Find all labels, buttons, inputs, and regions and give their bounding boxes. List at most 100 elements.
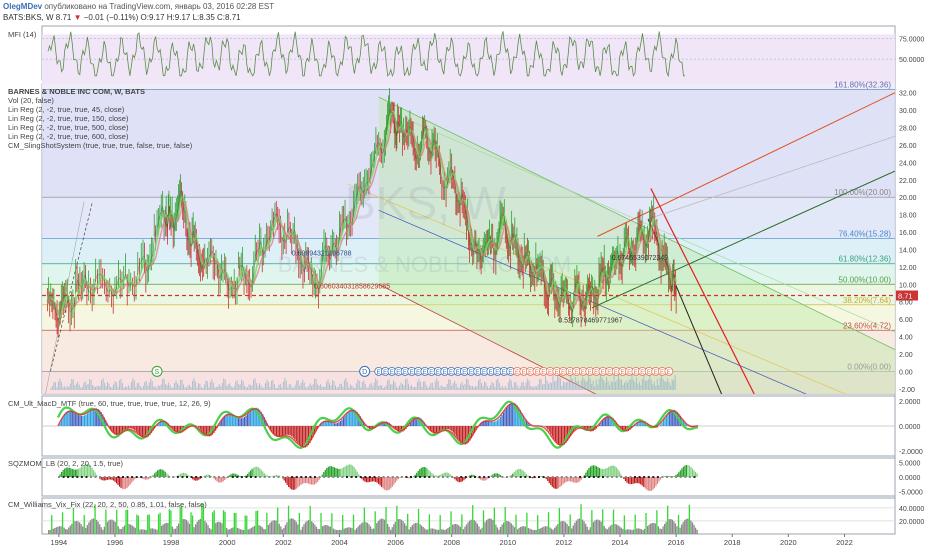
sqz-dot bbox=[551, 476, 554, 478]
vix-bar bbox=[442, 529, 444, 534]
volume-bar bbox=[315, 378, 317, 390]
vix-bar bbox=[393, 524, 395, 534]
vix-bar bbox=[657, 526, 660, 534]
macd-histogram-bar bbox=[669, 411, 671, 426]
volume-bar bbox=[425, 385, 427, 390]
price-tick-label: 4.00 bbox=[899, 335, 913, 342]
vix-bar bbox=[615, 524, 618, 534]
sqz-dot bbox=[414, 476, 417, 478]
sqz-momentum-bar bbox=[122, 477, 124, 489]
sqz-momentum-bar bbox=[623, 477, 625, 480]
macd-histogram-bar bbox=[449, 426, 451, 430]
volume-bar bbox=[513, 382, 515, 390]
volume-bar bbox=[472, 385, 474, 390]
volume-bar bbox=[635, 377, 637, 390]
symbol-label[interactable]: BATS:BKS, W bbox=[3, 13, 54, 22]
sqz-dot bbox=[90, 476, 92, 478]
vix-bar bbox=[65, 529, 67, 534]
volume-bar bbox=[270, 380, 272, 390]
volume-bar bbox=[475, 386, 477, 390]
sqz-dot bbox=[611, 476, 614, 478]
vix-bar bbox=[383, 519, 386, 534]
volume-bar bbox=[169, 384, 171, 390]
legend-linreg-600: Lin Reg (2, -2, true, true, 600, close) bbox=[8, 132, 129, 141]
vix-bar bbox=[212, 512, 214, 534]
volume-bar bbox=[409, 386, 411, 390]
sqz-momentum-bar bbox=[577, 477, 579, 483]
volume-bar bbox=[181, 379, 183, 390]
volume-bar bbox=[515, 381, 517, 390]
sqz-momentum-bar bbox=[568, 477, 570, 482]
vix-bar bbox=[541, 527, 543, 534]
volume-bar bbox=[586, 380, 588, 390]
vix-bar bbox=[532, 529, 534, 534]
vix-bar bbox=[417, 508, 420, 534]
macd-histogram-bar bbox=[550, 426, 552, 435]
sqz-dot bbox=[515, 476, 518, 478]
sqz-dot bbox=[428, 476, 431, 478]
sqz-momentum-bar bbox=[189, 476, 191, 477]
vix-bar bbox=[571, 528, 573, 534]
vix-bar bbox=[359, 524, 361, 534]
sqz-momentum-bar bbox=[591, 465, 593, 477]
vix-bar bbox=[331, 513, 333, 534]
macd-histogram-bar bbox=[460, 426, 462, 443]
vix-bar bbox=[659, 528, 661, 534]
sqz-momentum-bar bbox=[216, 477, 218, 482]
volume-bar bbox=[306, 387, 308, 390]
x-tick-label: 1996 bbox=[107, 538, 124, 547]
macd-histogram-bar bbox=[504, 410, 506, 426]
volume-bar bbox=[202, 387, 204, 390]
volume-bar bbox=[115, 382, 117, 390]
volume-bar bbox=[171, 387, 173, 390]
volume-bar bbox=[585, 381, 587, 390]
macd-histogram-bar bbox=[93, 408, 95, 426]
vix-bar bbox=[464, 526, 466, 534]
vix-bar bbox=[682, 522, 684, 534]
x-tick-label: 1994 bbox=[50, 538, 67, 547]
volume-bar bbox=[445, 387, 447, 390]
vix-bar bbox=[470, 519, 472, 534]
sqz-dot bbox=[364, 476, 367, 478]
volume-bar bbox=[494, 386, 496, 390]
earnings-marker-label: E bbox=[588, 370, 592, 376]
author-link[interactable]: OlegMDev bbox=[3, 2, 42, 11]
vix-bar bbox=[369, 526, 372, 534]
vix-bar bbox=[506, 520, 508, 534]
vix-bar bbox=[385, 507, 387, 534]
volume-bar bbox=[483, 381, 485, 390]
sqz-momentum-bar bbox=[556, 477, 558, 489]
sqz-tick-label: 5.0000 bbox=[899, 460, 921, 467]
volume-bar bbox=[220, 386, 222, 390]
vix-bar bbox=[357, 526, 359, 534]
volume-bar bbox=[337, 386, 339, 390]
sqz-momentum-bar bbox=[71, 468, 73, 477]
macd-histogram-bar bbox=[67, 410, 69, 426]
sqz-momentum-bar bbox=[303, 477, 305, 484]
volume-bar bbox=[194, 381, 196, 390]
macd-histogram-bar bbox=[230, 413, 232, 426]
sqz-momentum-bar bbox=[91, 467, 93, 477]
volume-bar bbox=[269, 387, 271, 390]
sqz-momentum-bar bbox=[376, 477, 378, 483]
vix-bar bbox=[263, 528, 265, 534]
macd-histogram-bar bbox=[344, 415, 346, 426]
volume-bar bbox=[621, 379, 623, 390]
macd-histogram-bar bbox=[347, 411, 349, 426]
sqz-dot bbox=[195, 476, 198, 478]
vix-bar bbox=[572, 525, 574, 534]
vix-bar bbox=[513, 527, 516, 534]
macd-histogram-bar bbox=[126, 426, 128, 430]
vix-bar bbox=[566, 523, 568, 534]
sqz-momentum-bar bbox=[161, 469, 163, 477]
sqz-momentum-bar bbox=[93, 470, 95, 477]
sqz-momentum-bar bbox=[166, 473, 168, 477]
sqz-momentum-bar bbox=[259, 468, 261, 477]
vix-bar bbox=[537, 515, 539, 534]
macd-histogram-bar bbox=[141, 426, 144, 438]
sqz-momentum-bar bbox=[367, 477, 369, 483]
volume-bar bbox=[568, 380, 570, 390]
volume-bar bbox=[555, 380, 557, 390]
macd-histogram-bar bbox=[140, 426, 142, 437]
vix-bar bbox=[396, 505, 398, 534]
